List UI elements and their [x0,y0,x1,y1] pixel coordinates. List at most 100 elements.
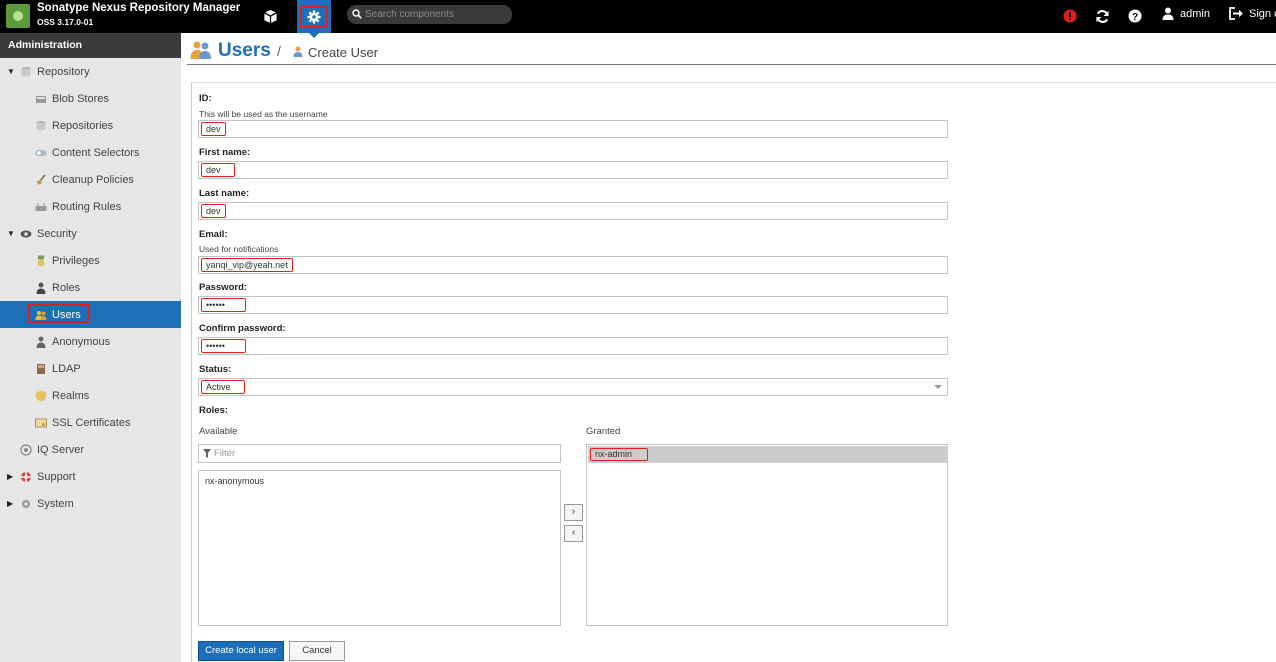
sign-out-icon [1229,7,1243,20]
sidebar-item-blob-stores[interactable]: Blob Stores [0,85,181,112]
cube-icon [263,9,277,24]
add-role-button[interactable]: › [564,504,583,521]
search-components-input[interactable]: Search components [347,5,512,24]
sidebar-item-label: Roles [52,281,81,294]
email-field[interactable]: yanqi_vip@yeah.net [198,256,948,274]
password-field[interactable]: •••••• [198,296,948,314]
first-name-value: dev [201,163,235,177]
first-name-label: First name: [199,147,251,158]
page-title: Users [218,40,271,61]
sidebar-item-anonymous[interactable]: Anonymous [0,328,181,355]
sidebar-item-security[interactable]: ▼ Security [0,220,181,247]
email-value: yanqi_vip@yeah.net [201,258,293,272]
sidebar-item-realms[interactable]: Realms [0,382,181,409]
cancel-button[interactable]: Cancel [289,641,345,661]
sidebar-item-users[interactable]: Users [0,301,181,328]
admin-mode-button[interactable] [297,0,331,38]
filter-placeholder: Filter [214,448,236,459]
header-divider [187,64,1276,65]
sidebar-item-label: Anonymous [52,335,111,348]
browse-mode-button[interactable] [257,0,283,33]
refresh-icon [1095,9,1109,23]
lifebuoy-icon [21,471,31,482]
svg-text:?: ? [1132,12,1138,23]
users-icon [35,310,47,320]
top-navbar: Sonatype Nexus Repository Manager OSS 3.… [0,0,1276,38]
database-icon [21,66,31,76]
email-label: Email: [199,229,228,240]
page-subtitle: Create User [308,45,379,60]
page-header: Users / Create User [181,33,1276,68]
id-field[interactable]: dev [198,120,948,138]
sidebar-item-privileges[interactable]: Privileges [0,247,181,274]
user-tie-icon [36,282,46,294]
sidebar-item-label: Support [37,470,76,483]
broom-icon [37,174,46,185]
sidebar-item-label: LDAP [52,362,81,375]
collapsed-caret-icon[interactable]: ▶ [7,472,13,481]
sign-out-label: Sign out [1249,7,1276,20]
refresh-button[interactable] [1092,6,1112,26]
roles-filter-input[interactable]: Filter [198,444,561,463]
sidebar-item-repositories[interactable]: Repositories [0,112,181,139]
sidebar-item-repository[interactable]: ▼ Repository [0,58,181,85]
iq-icon [20,443,32,456]
available-roles-label: Available [199,426,238,437]
system-alert-button[interactable] [1060,6,1080,26]
sidebar-item-label: Realms [52,389,90,402]
sidebar-item-ssl-certificates[interactable]: SSL Certificates [0,409,181,436]
alert-icon [1063,9,1077,23]
list-item[interactable]: nx-admin [588,446,948,463]
user-name: admin [1180,7,1210,20]
expanded-caret-icon[interactable]: ▼ [7,229,15,238]
user-menu[interactable]: admin [1162,7,1210,20]
help-button[interactable]: ? [1125,6,1145,26]
gear-icon [22,499,30,508]
sidebar-item-content-selectors[interactable]: Content Selectors [0,139,181,166]
breadcrumb-separator: / [277,43,281,59]
granted-roles-list[interactable]: nx-admin [586,444,948,626]
sidebar-item-system[interactable]: ▶ System [0,490,181,517]
sidebar-item-routing-rules[interactable]: Routing Rules [0,193,181,220]
sidebar-item-support[interactable]: ▶ Support [0,463,181,490]
sidebar-item-iq-server[interactable]: IQ Server [0,436,181,463]
search-icon [352,9,362,19]
first-name-field[interactable]: dev [198,161,948,179]
email-help: Used for notifications [199,244,279,254]
available-roles-list[interactable]: nx-anonymous [198,470,561,626]
sidebar-item-label: Routing Rules [52,200,122,213]
sign-out-button[interactable]: Sign out [1229,7,1276,20]
create-local-user-button[interactable]: Create local user [198,641,284,661]
list-item[interactable]: nx-anonymous [205,476,264,486]
sidebar-item-label: Repository [37,65,90,78]
sidebar-item-label: SSL Certificates [52,416,131,429]
router-icon [35,202,47,211]
search-placeholder: Search components [365,9,454,20]
sidebar-item-ldap[interactable]: LDAP [0,355,181,382]
sidebar-item-roles[interactable]: Roles [0,274,181,301]
sidebar-item-cleanup-policies[interactable]: Cleanup Policies [0,166,181,193]
collapsed-caret-icon[interactable]: ▶ [7,499,13,508]
confirm-password-field[interactable]: •••••• [198,337,948,355]
confirm-password-label: Confirm password: [199,323,286,334]
roles-label: Roles: [199,405,229,416]
status-value: Active [201,380,245,394]
gear-icon [307,9,321,24]
nexus-logo [6,4,30,28]
app-version: OSS 3.17.0-01 [37,17,94,27]
status-label: Status: [199,364,232,375]
id-label: ID: [199,93,212,104]
chevron-down-icon[interactable] [934,385,942,389]
remove-role-button[interactable]: ‹ [564,525,583,542]
sidebar-item-label: System [37,497,74,510]
confirm-password-value: •••••• [201,339,246,353]
last-name-field[interactable]: dev [198,202,948,220]
eye-icon [20,230,32,237]
status-select[interactable]: Active [198,378,948,396]
sidebar-item-label: Security [37,227,77,240]
sidebar-item-label: Blob Stores [52,92,109,105]
server-icon [36,95,46,103]
expanded-caret-icon[interactable]: ▼ [7,67,15,76]
last-name-label: Last name: [199,188,250,199]
sidebar-item-label: Privileges [52,254,100,267]
